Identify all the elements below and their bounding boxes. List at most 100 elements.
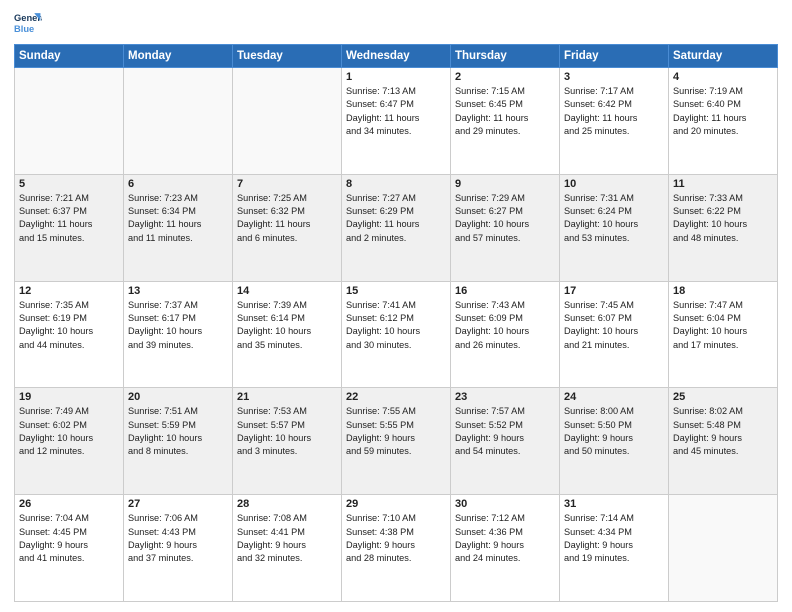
calendar-cell (124, 68, 233, 175)
day-number: 23 (455, 391, 555, 403)
calendar-cell: 30 Sunrise: 7:12 AM Sunset: 4:36 PM Dayli… (451, 495, 560, 602)
day-number: 24 (564, 391, 664, 403)
day-number: 5 (19, 178, 119, 190)
calendar-cell: 18 Sunrise: 7:47 AM Sunset: 6:04 PM Dayli… (669, 281, 778, 388)
day-detail: Sunrise: 7:08 AM Sunset: 4:41 PM Dayligh… (237, 512, 337, 565)
calendar-cell: 1 Sunrise: 7:13 AM Sunset: 6:47 PM Daylig… (342, 68, 451, 175)
day-number: 1 (346, 71, 446, 83)
day-number: 20 (128, 391, 228, 403)
day-number: 11 (673, 178, 773, 190)
day-header-saturday: Saturday (669, 45, 778, 68)
calendar-cell: 24Sunrise: 8:00 AM Sunset: 5:50 PM Dayli… (560, 388, 669, 495)
calendar-cell: 28 Sunrise: 7:08 AM Sunset: 4:41 PM Dayli… (233, 495, 342, 602)
day-number: 19 (19, 391, 119, 403)
day-number: 26 (19, 498, 119, 510)
day-detail: Sunrise: 7:45 AM Sunset: 6:07 PM Dayligh… (564, 299, 664, 352)
day-detail: Sunrise: 7:15 AM Sunset: 6:45 PM Dayligh… (455, 85, 555, 138)
page: GeneralBlue SundayMondayTuesdayWednesday… (0, 0, 792, 612)
day-detail: Sunrise: 7:57 AM Sunset: 5:52 PM Dayligh… (455, 405, 555, 458)
day-detail: Sunrise: 7:39 AM Sunset: 6:14 PM Dayligh… (237, 299, 337, 352)
day-number: 14 (237, 285, 337, 297)
day-number: 29 (346, 498, 446, 510)
day-detail: Sunrise: 7:47 AM Sunset: 6:04 PM Dayligh… (673, 299, 773, 352)
day-number: 4 (673, 71, 773, 83)
calendar-week-row: 12 Sunrise: 7:35 AM Sunset: 6:19 PM Dayli… (15, 281, 778, 388)
calendar-cell: 27 Sunrise: 7:06 AM Sunset: 4:43 PM Dayli… (124, 495, 233, 602)
day-number: 8 (346, 178, 446, 190)
day-detail: Sunrise: 7:35 AM Sunset: 6:19 PM Dayligh… (19, 299, 119, 352)
calendar-table: SundayMondayTuesdayWednesdayThursdayFrid… (14, 44, 778, 602)
calendar-header-row: SundayMondayTuesdayWednesdayThursdayFrid… (15, 45, 778, 68)
calendar-cell (15, 68, 124, 175)
day-detail: Sunrise: 7:29 AM Sunset: 6:27 PM Dayligh… (455, 192, 555, 245)
day-number: 10 (564, 178, 664, 190)
calendar-week-row: 5 Sunrise: 7:21 AM Sunset: 6:37 PM Daylig… (15, 174, 778, 281)
day-detail: Sunrise: 7:37 AM Sunset: 6:17 PM Dayligh… (128, 299, 228, 352)
day-number: 7 (237, 178, 337, 190)
day-number: 30 (455, 498, 555, 510)
day-number: 28 (237, 498, 337, 510)
calendar-cell: 15 Sunrise: 7:41 AM Sunset: 6:12 PM Dayli… (342, 281, 451, 388)
day-number: 22 (346, 391, 446, 403)
day-detail: Sunrise: 8:02 AM Sunset: 5:48 PM Dayligh… (673, 405, 773, 458)
logo-icon: GeneralBlue (14, 10, 42, 38)
day-detail: Sunrise: 7:23 AM Sunset: 6:34 PM Dayligh… (128, 192, 228, 245)
day-number: 18 (673, 285, 773, 297)
day-number: 21 (237, 391, 337, 403)
day-detail: Sunrise: 7:31 AM Sunset: 6:24 PM Dayligh… (564, 192, 664, 245)
calendar-cell: 31Sunrise: 7:14 AM Sunset: 4:34 PM Dayli… (560, 495, 669, 602)
calendar-cell: 9 Sunrise: 7:29 AM Sunset: 6:27 PM Daylig… (451, 174, 560, 281)
calendar-cell: 22Sunrise: 7:55 AM Sunset: 5:55 PM Dayli… (342, 388, 451, 495)
calendar-week-row: 1 Sunrise: 7:13 AM Sunset: 6:47 PM Daylig… (15, 68, 778, 175)
calendar-week-row: 19 Sunrise: 7:49 AM Sunset: 6:02 PM Dayli… (15, 388, 778, 495)
day-header-monday: Monday (124, 45, 233, 68)
day-number: 9 (455, 178, 555, 190)
calendar-cell: 10 Sunrise: 7:31 AM Sunset: 6:24 PM Dayli… (560, 174, 669, 281)
calendar-cell: 19 Sunrise: 7:49 AM Sunset: 6:02 PM Dayli… (15, 388, 124, 495)
calendar-cell: 6 Sunrise: 7:23 AM Sunset: 6:34 PM Daylig… (124, 174, 233, 281)
calendar-week-row: 26 Sunrise: 7:04 AM Sunset: 4:45 PM Dayli… (15, 495, 778, 602)
day-number: 3 (564, 71, 664, 83)
day-detail: Sunrise: 7:04 AM Sunset: 4:45 PM Dayligh… (19, 512, 119, 565)
day-detail: Sunrise: 7:33 AM Sunset: 6:22 PM Dayligh… (673, 192, 773, 245)
day-detail: Sunrise: 7:12 AM Sunset: 4:36 PM Dayligh… (455, 512, 555, 565)
calendar-cell: 12 Sunrise: 7:35 AM Sunset: 6:19 PM Dayli… (15, 281, 124, 388)
day-number: 2 (455, 71, 555, 83)
header: GeneralBlue (14, 10, 778, 38)
day-number: 27 (128, 498, 228, 510)
day-header-thursday: Thursday (451, 45, 560, 68)
day-number: 25 (673, 391, 773, 403)
day-number: 13 (128, 285, 228, 297)
day-detail: Sunrise: 7:06 AM Sunset: 4:43 PM Dayligh… (128, 512, 228, 565)
logo: GeneralBlue (14, 10, 42, 38)
calendar-cell: 29Sunrise: 7:10 AM Sunset: 4:38 PM Dayli… (342, 495, 451, 602)
day-number: 6 (128, 178, 228, 190)
day-detail: Sunrise: 7:51 AM Sunset: 5:59 PM Dayligh… (128, 405, 228, 458)
day-number: 15 (346, 285, 446, 297)
calendar-cell: 21 Sunrise: 7:53 AM Sunset: 5:57 PM Dayli… (233, 388, 342, 495)
day-detail: Sunrise: 7:19 AM Sunset: 6:40 PM Dayligh… (673, 85, 773, 138)
day-detail: Sunrise: 7:27 AM Sunset: 6:29 PM Dayligh… (346, 192, 446, 245)
calendar-cell: 11 Sunrise: 7:33 AM Sunset: 6:22 PM Dayli… (669, 174, 778, 281)
day-detail: Sunrise: 7:53 AM Sunset: 5:57 PM Dayligh… (237, 405, 337, 458)
calendar-cell: 5 Sunrise: 7:21 AM Sunset: 6:37 PM Daylig… (15, 174, 124, 281)
day-detail: Sunrise: 7:41 AM Sunset: 6:12 PM Dayligh… (346, 299, 446, 352)
calendar-cell: 23 Sunrise: 7:57 AM Sunset: 5:52 PM Dayli… (451, 388, 560, 495)
day-detail: Sunrise: 7:21 AM Sunset: 6:37 PM Dayligh… (19, 192, 119, 245)
calendar-cell: 7 Sunrise: 7:25 AM Sunset: 6:32 PM Daylig… (233, 174, 342, 281)
calendar-cell: 13 Sunrise: 7:37 AM Sunset: 6:17 PM Dayli… (124, 281, 233, 388)
day-detail: Sunrise: 7:43 AM Sunset: 6:09 PM Dayligh… (455, 299, 555, 352)
day-detail: Sunrise: 7:14 AM Sunset: 4:34 PM Dayligh… (564, 512, 664, 565)
day-header-wednesday: Wednesday (342, 45, 451, 68)
day-detail: Sunrise: 7:25 AM Sunset: 6:32 PM Dayligh… (237, 192, 337, 245)
day-number: 12 (19, 285, 119, 297)
day-detail: Sunrise: 7:49 AM Sunset: 6:02 PM Dayligh… (19, 405, 119, 458)
calendar-cell: 25 Sunrise: 8:02 AM Sunset: 5:48 PM Dayli… (669, 388, 778, 495)
svg-text:Blue: Blue (14, 24, 34, 34)
day-header-tuesday: Tuesday (233, 45, 342, 68)
day-detail: Sunrise: 7:13 AM Sunset: 6:47 PM Dayligh… (346, 85, 446, 138)
day-detail: Sunrise: 7:17 AM Sunset: 6:42 PM Dayligh… (564, 85, 664, 138)
calendar-cell (233, 68, 342, 175)
calendar-cell: 2 Sunrise: 7:15 AM Sunset: 6:45 PM Daylig… (451, 68, 560, 175)
calendar-cell: 3 Sunrise: 7:17 AM Sunset: 6:42 PM Daylig… (560, 68, 669, 175)
